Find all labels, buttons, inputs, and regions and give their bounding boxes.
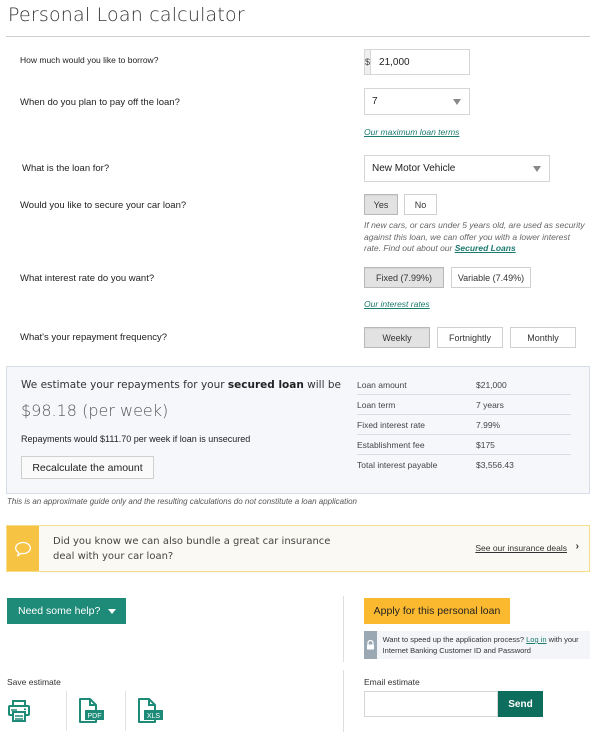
login-note: Want to speed up the application process… [364,631,590,659]
need-help-button[interactable]: Need some help? [7,598,126,624]
summary-row: Establishment fee $175 [357,435,571,455]
save-estimate-label: Save estimate [7,677,61,687]
summary-label: Loan term [357,399,396,410]
max-loan-terms-link[interactable]: Our maximum loan terms [364,127,459,137]
estimate-intro-suffix: will be [303,379,341,391]
summary-label: Loan amount [357,379,407,390]
speech-bubble-icon [15,541,31,556]
secure-yes-button[interactable]: Yes [364,194,398,215]
column-divider [343,596,344,662]
summary-row: Total interest payable $3,556.43 [357,455,571,475]
summary-label: Total interest payable [357,460,438,470]
frequency-monthly-button[interactable]: Monthly [510,327,576,348]
login-note-text: Want to speed up the application process… [377,634,590,656]
email-input[interactable] [364,691,498,717]
secure-note: If new cars, or cars under 5 years old, … [364,220,589,255]
summary-label: Fixed interest rate [357,419,426,430]
summary-value: $21,000 [476,379,507,390]
chevron-down-icon [108,608,117,614]
frequency-fortnightly-button[interactable]: Fortnightly [437,327,503,348]
term-select-value: 7 [372,96,378,107]
xls-download-button[interactable]: XLS [125,691,184,731]
summary-value: 7 years [476,399,504,410]
svg-text:PDF: PDF [88,713,102,720]
unsecured-note: Repayments would $111.70 per week if loa… [21,434,251,444]
login-link[interactable]: Log in [526,635,546,644]
printer-icon [8,700,30,722]
insurance-deals-link[interactable]: See our insurance deals [475,543,567,553]
borrow-amount-input[interactable] [371,50,512,74]
apply-button[interactable]: Apply for this personal loan [364,598,510,624]
pdf-icon: PDF [79,698,104,723]
borrow-label: How much would you like to borrow? [20,55,159,65]
print-button[interactable] [7,691,66,731]
estimate-intro-bold: secured loan [227,379,304,391]
insurance-promo-banner: Did you know we can also bundle a great … [6,525,590,572]
chevron-down-icon [453,99,461,105]
login-prefix: Want to speed up the application process… [382,635,527,644]
estimate-amount: $98.18 (per week) [21,401,169,420]
save-estimate-options: PDF XLS [7,691,184,731]
column-divider [343,670,344,732]
summary-label: Establishment fee [357,439,425,450]
title-divider [6,36,590,37]
frequency-weekly-button[interactable]: Weekly [364,327,430,348]
loan-summary-table: Loan amount $21,000 Loan term 7 years Fixe… [357,375,571,475]
rate-label: What interest rate do you want? [20,273,155,284]
purpose-select-value: New Motor Vehicle [372,163,456,174]
interest-rates-link[interactable]: Our interest rates [364,299,430,309]
send-button[interactable]: Send [498,691,543,717]
page-title: Personal Loan calculator [8,4,245,26]
lock-icon [366,640,374,650]
secure-label: Would you like to secure your car loan? [20,200,187,211]
promo-text: Did you know we can also bundle a great … [53,535,331,562]
lock-icon-box [364,631,377,659]
chevron-right-icon[interactable]: › [576,541,579,552]
fixed-rate-button[interactable]: Fixed (7.99%) [364,267,444,288]
summary-value: 7.99% [476,419,501,430]
purpose-select[interactable]: New Motor Vehicle [364,155,550,182]
xls-icon: XLS [138,698,163,723]
estimate-intro: We estimate your repayments for your sec… [21,379,341,391]
email-estimate-label: Email estimate [364,677,420,687]
estimate-intro-prefix: We estimate your repayments for your [21,379,228,391]
disclaimer: This is an approximate guide only and th… [7,497,357,506]
chevron-down-icon [533,166,541,172]
term-select[interactable]: 7 [364,88,470,115]
frequency-label: What's your repayment frequency? [20,332,168,343]
summary-value: $175 [476,439,495,450]
borrow-amount-field: $ [364,49,512,75]
recalculate-button[interactable]: Recalculate the amount [21,456,154,479]
summary-row: Fixed interest rate 7.99% [357,415,571,435]
svg-text:XLS: XLS [147,713,161,720]
secure-no-button[interactable]: No [404,194,437,215]
promo-icon-box [7,526,39,571]
secured-loans-link[interactable]: Secured Loans [455,243,516,253]
pdf-download-button[interactable]: PDF [66,691,125,731]
estimate-panel: We estimate your repayments for your sec… [6,366,590,494]
summary-row: Loan amount $21,000 [357,375,571,395]
term-label: When do you plan to pay off the loan? [20,97,180,108]
summary-value: $3,556.43 [476,460,514,470]
purpose-label: What is the loan for? [22,163,110,174]
summary-row: Loan term 7 years [357,395,571,415]
need-help-label: Need some help? [18,605,101,617]
variable-rate-button[interactable]: Variable (7.49%) [451,267,531,288]
